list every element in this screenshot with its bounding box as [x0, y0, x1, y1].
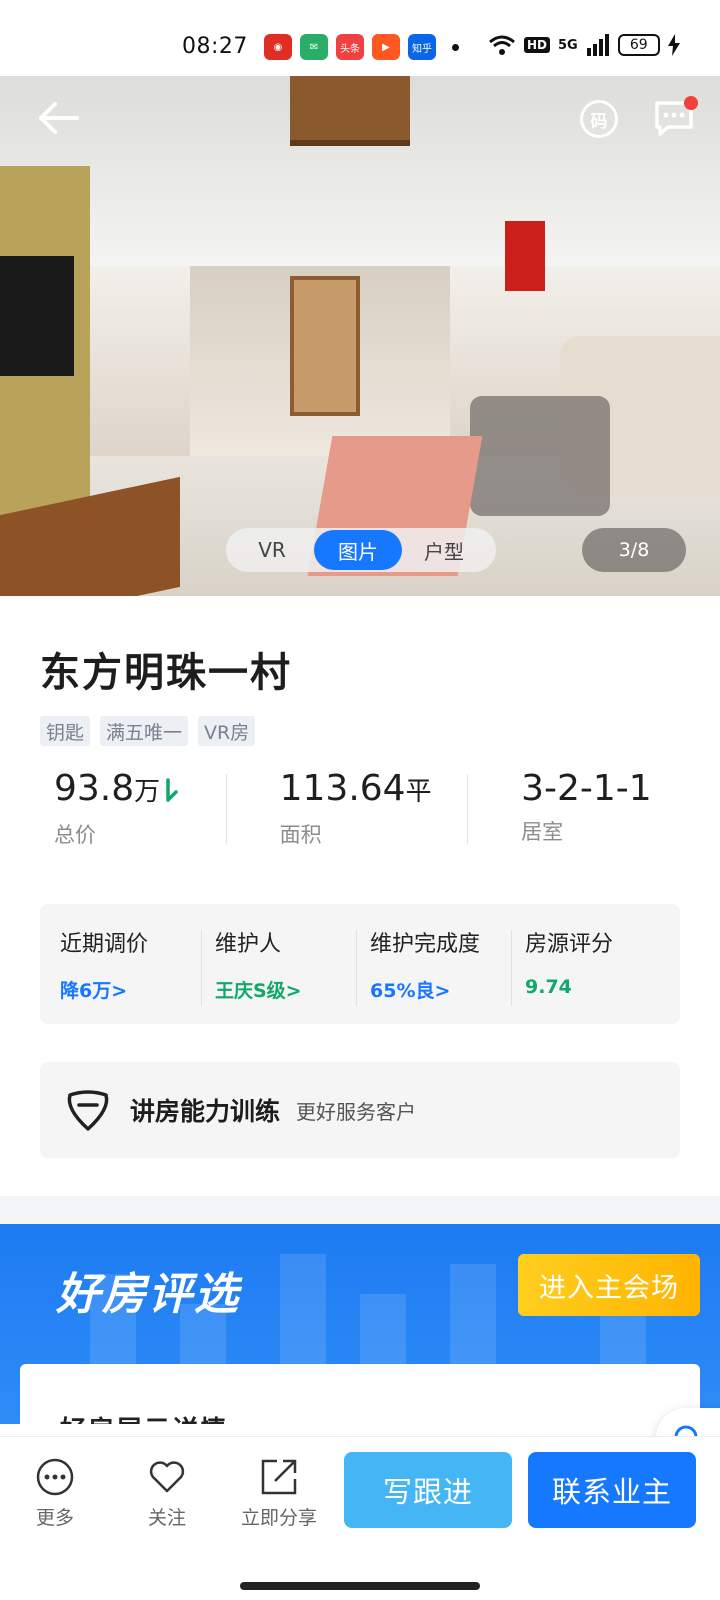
- system-icons: HD 5G 69: [488, 34, 680, 56]
- price-down-icon: [166, 778, 178, 802]
- write-follow-up-button[interactable]: 写跟进: [344, 1452, 512, 1528]
- price-value: 93.8: [54, 768, 135, 809]
- tv-in-photo: [0, 256, 74, 376]
- stat-price: 93.8万 总价: [40, 768, 226, 848]
- photo-counter: 3/8: [582, 528, 686, 572]
- home-indicator[interactable]: [240, 1582, 480, 1590]
- status-time: 08:27: [182, 34, 248, 59]
- share-icon: [261, 1459, 297, 1495]
- more-dots-icon: [36, 1458, 74, 1496]
- qr-code-button[interactable]: 码: [580, 100, 618, 138]
- status-bar: 08:27 ◉ ✉ 头条 ▶ 知乎 HD 5G 69: [0, 0, 720, 76]
- battery-level: 69: [629, 37, 648, 53]
- charging-icon: [667, 34, 680, 56]
- rooms-label: 居室: [521, 820, 564, 844]
- pinduoduo-icon: ◉: [264, 34, 292, 60]
- battery-icon: 69: [617, 34, 660, 56]
- hd-icon: HD: [524, 37, 551, 53]
- media-tabs: VR 图片 户型: [226, 528, 496, 572]
- promo-detail-title: 好房展示详情: [60, 1410, 228, 1424]
- network-icon: 5G: [558, 37, 578, 53]
- enter-main-venue-button[interactable]: 进入主会场: [518, 1254, 700, 1316]
- area-unit: 平: [405, 777, 432, 807]
- ceiling-light: [290, 76, 410, 146]
- metric-score: 房源评分 9.74: [511, 926, 680, 1024]
- promo-banner: 好房评选 进入主会场 好房展示详情: [0, 1224, 720, 1424]
- training-subtitle: 更好服务客户: [296, 1099, 417, 1124]
- back-arrow-icon: [39, 102, 79, 134]
- metric-maintainer[interactable]: 维护人 王庆S级>: [201, 926, 370, 1024]
- tab-photos[interactable]: 图片: [314, 530, 402, 570]
- notification-icons: ◉ ✉ 头条 ▶ 知乎: [264, 34, 436, 60]
- tab-floorplan[interactable]: 户型: [402, 530, 486, 570]
- signal-icon: [586, 34, 609, 56]
- stat-area: 113.64平 面积: [225, 768, 468, 848]
- training-banner[interactable]: 讲房能力训练 更好服务客户: [40, 1062, 680, 1158]
- more-button[interactable]: 更多: [10, 1457, 100, 1530]
- back-button[interactable]: [36, 98, 80, 138]
- key-stats: 93.8万 总价 113.64平 面积 3-2-1-1 居室: [40, 768, 680, 848]
- tag-key: 钥匙: [40, 716, 91, 746]
- listing-title: 东方明珠一村: [40, 650, 292, 696]
- more-notifications-dot: [452, 44, 459, 51]
- heart-icon: [149, 1461, 185, 1493]
- qr-code-icon: 码: [590, 111, 608, 132]
- metrics-card: 近期调价 降6万> 维护人 王庆S级> 维护完成度 65%良> 房源评分 9.7…: [40, 904, 680, 1024]
- price-label: 总价: [54, 823, 96, 847]
- tag-five-year-only: 满五唯一: [100, 716, 189, 746]
- listing-photo[interactable]: [0, 76, 720, 596]
- video-play-icon: ▶: [372, 34, 400, 60]
- promo-title: 好房评选: [56, 1269, 240, 1320]
- area-label: 面积: [279, 823, 322, 847]
- contact-owner-button[interactable]: 联系业主: [528, 1452, 696, 1528]
- metric-completion[interactable]: 维护完成度 65%良>: [356, 926, 525, 1024]
- share-button[interactable]: 立即分享: [234, 1457, 324, 1530]
- wifi-icon: [489, 35, 515, 55]
- stat-rooms: 3-2-1-1 居室: [467, 768, 680, 848]
- speech-training-icon: [67, 1090, 109, 1131]
- area-value: 113.64: [279, 768, 406, 809]
- unread-dot: [684, 96, 698, 110]
- listing-tags: 钥匙 满五唯一 VR房: [40, 716, 256, 746]
- tab-vr[interactable]: VR: [230, 530, 314, 570]
- training-title: 讲房能力训练: [130, 1097, 281, 1126]
- rooms-value: 3-2-1-1: [521, 768, 652, 809]
- price-unit: 万: [134, 777, 161, 807]
- follow-button[interactable]: 关注: [122, 1457, 212, 1530]
- tag-vr: VR房: [198, 716, 256, 746]
- metric-price-adjust[interactable]: 近期调价 降6万>: [60, 926, 215, 1024]
- zhihu-icon: 知乎: [408, 34, 436, 60]
- toutiao-icon: 头条: [336, 34, 364, 60]
- wechat-icon: ✉: [300, 34, 328, 60]
